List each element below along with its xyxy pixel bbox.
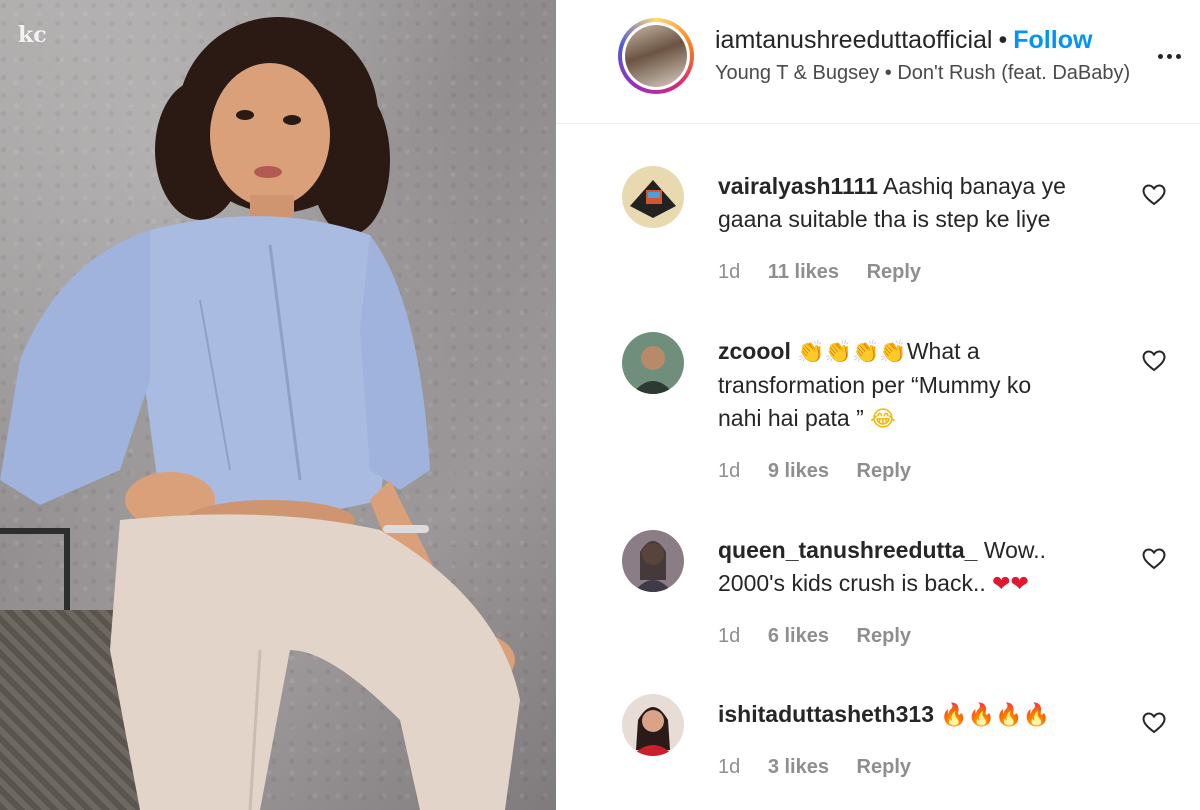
comment-text: ishitaduttasheth313 🔥🔥🔥🔥: [718, 698, 1118, 732]
avatar-image: [622, 530, 684, 592]
clap-emoji: 👏👏👏👏: [797, 340, 907, 365]
comment-body-line1: Aashiq banaya ye: [883, 173, 1066, 199]
comment-avatar[interactable]: [622, 694, 684, 756]
comment-body-line1: What a: [906, 338, 980, 364]
comment-likes[interactable]: 9 likes: [768, 460, 829, 482]
comment-username[interactable]: zcoool: [718, 338, 791, 364]
post-header: iamtanushreeduttaofficial • Follow Young T…: [556, 0, 1200, 124]
follow-button[interactable]: Follow: [1013, 26, 1092, 54]
avatar-image: [622, 694, 684, 756]
comment-meta: 1d 6 likes Reply: [718, 625, 933, 648]
author-username[interactable]: iamtanushreeduttaofficial: [715, 26, 993, 54]
comment-text: vairalyash1111 Aashiq banaya ye gaana su…: [718, 170, 1118, 236]
comment-meta: 1d 3 likes Reply: [718, 756, 933, 779]
avatar-image: [622, 332, 684, 394]
fire-emoji: 🔥🔥🔥🔥: [940, 703, 1050, 728]
watermark-logo: kc: [18, 22, 47, 48]
comment-avatar[interactable]: [622, 166, 684, 228]
comment-likes[interactable]: 6 likes: [768, 625, 829, 647]
comment-time: 1d: [718, 460, 741, 482]
comment-likes[interactable]: 3 likes: [768, 756, 829, 778]
reply-button[interactable]: Reply: [857, 625, 911, 647]
person-figure: [0, 17, 520, 810]
reply-button[interactable]: Reply: [857, 756, 911, 778]
like-heart-icon[interactable]: [1142, 548, 1166, 570]
comment-body-line2: gaana suitable tha is step ke liye: [718, 206, 1051, 232]
comment-username[interactable]: ishitaduttasheth313: [718, 701, 934, 727]
laugh-emoji: 😂: [870, 407, 896, 432]
avatar-image: [625, 25, 687, 87]
more-horizontal-icon[interactable]: [1158, 46, 1188, 64]
comment-time: 1d: [718, 261, 741, 283]
red-heart-emoji: ❤❤: [992, 572, 1029, 597]
comment-text: zcoool 👏👏👏👏What a transformation per “Mu…: [718, 335, 1118, 436]
comment-likes[interactable]: 11 likes: [768, 261, 839, 283]
comment-body-line3: nahi hai pata ”: [718, 405, 864, 431]
comment-text: queen_tanushreedutta_ Wow.. 2000's kids …: [718, 534, 1118, 601]
comment-body-line2: transformation per “Mummy ko: [718, 372, 1032, 398]
comment-time: 1d: [718, 756, 741, 778]
like-heart-icon[interactable]: [1142, 184, 1166, 206]
audio-track[interactable]: Young T & Bugsey • Don't Rush (feat. DaB…: [715, 62, 1130, 85]
avatar-image: [622, 166, 684, 228]
reply-button[interactable]: Reply: [857, 460, 911, 482]
comments-panel: iamtanushreeduttaofficial • Follow Young T…: [556, 0, 1200, 810]
comment-body-line2: 2000's kids crush is back..: [718, 570, 986, 596]
avatar-border: [622, 22, 690, 90]
like-heart-icon[interactable]: [1142, 350, 1166, 372]
post-photo: kc: [0, 0, 556, 810]
reply-button[interactable]: Reply: [867, 261, 921, 283]
comment-meta: 1d 9 likes Reply: [718, 460, 933, 483]
comment-username[interactable]: vairalyash1111: [718, 173, 878, 199]
comment-avatar[interactable]: [622, 530, 684, 592]
like-heart-icon[interactable]: [1142, 712, 1166, 734]
comment-time: 1d: [718, 625, 741, 647]
comment-meta: 1d 11 likes Reply: [718, 261, 943, 284]
author-avatar[interactable]: [618, 18, 694, 94]
comment-avatar[interactable]: [622, 332, 684, 394]
comment-username[interactable]: queen_tanushreedutta_: [718, 537, 977, 563]
comment-body-line1: Wow..: [983, 537, 1047, 563]
separator-dot: •: [998, 26, 1008, 54]
author-line: iamtanushreeduttaofficial • Follow: [715, 26, 1092, 55]
